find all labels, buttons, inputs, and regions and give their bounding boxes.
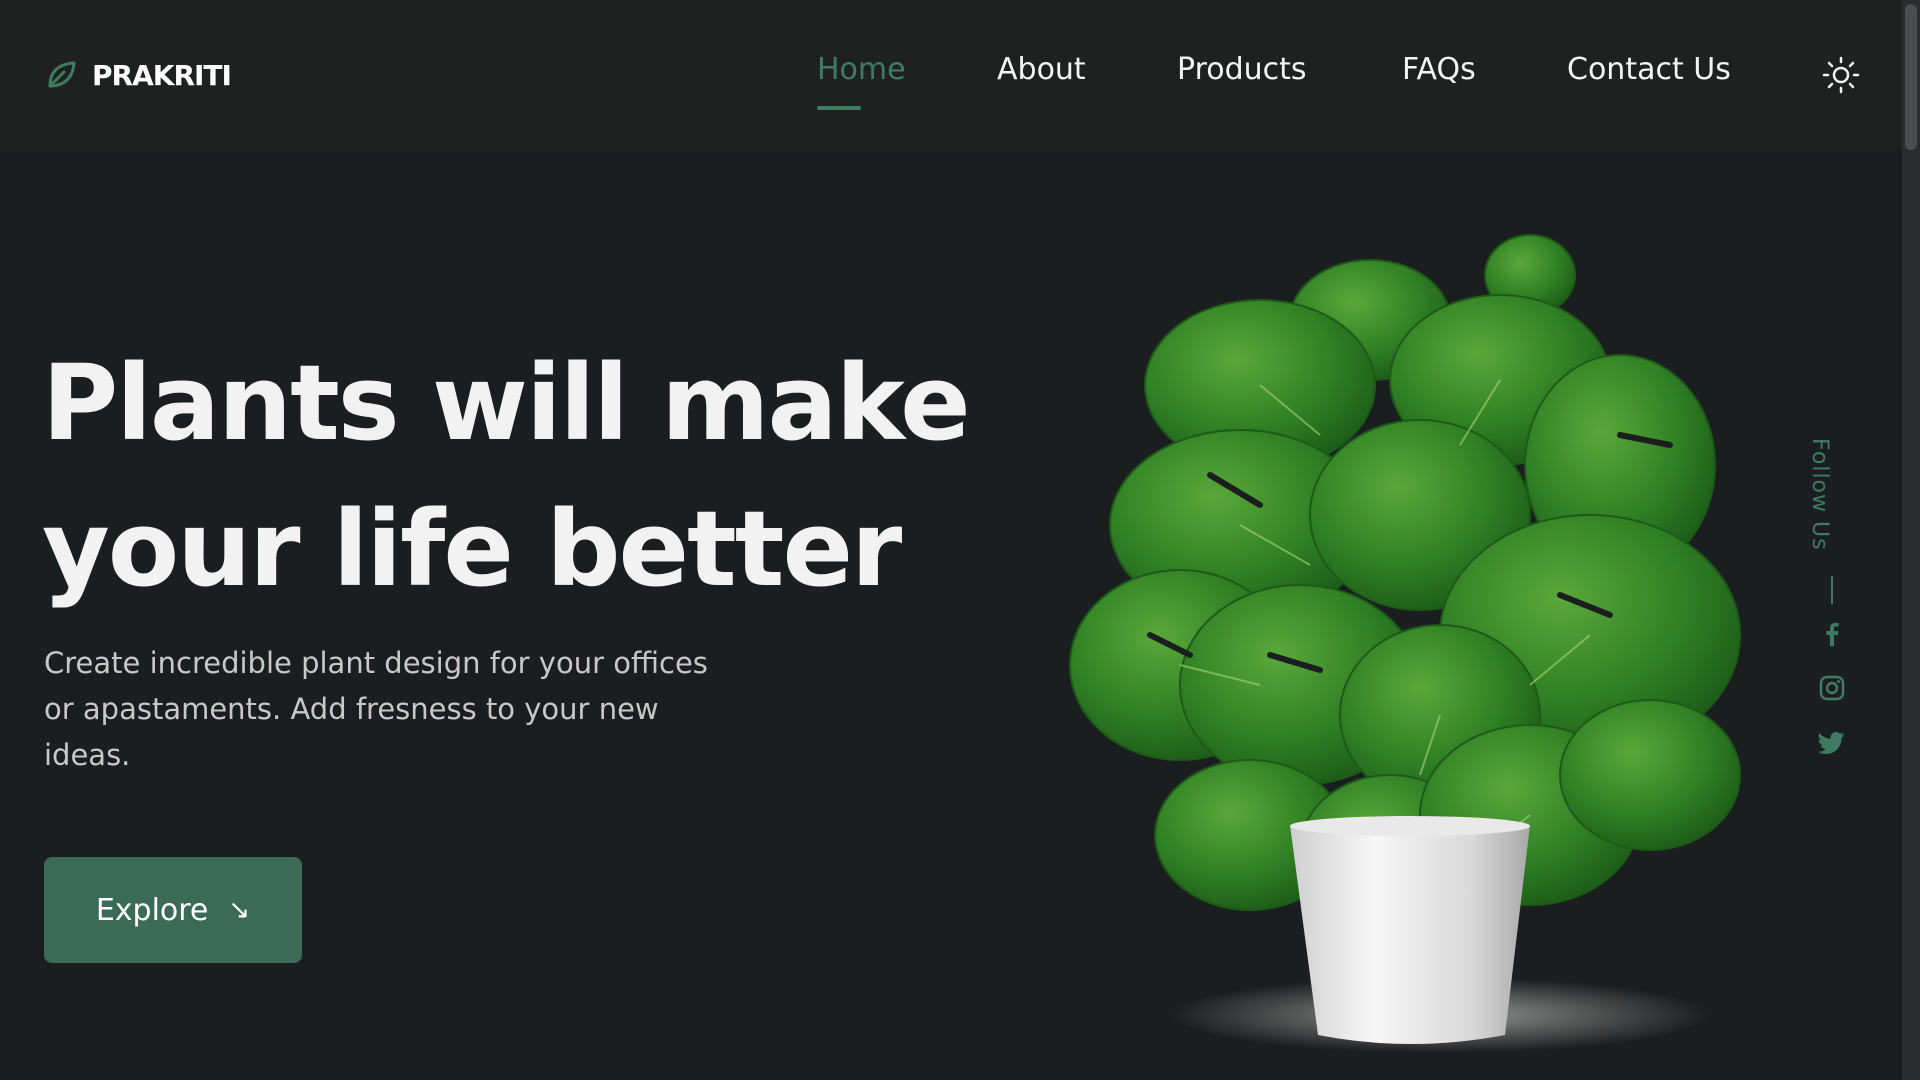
nav-about[interactable]: About [997, 52, 1086, 87]
twitter-icon[interactable] [1818, 728, 1846, 756]
header: PRAKRITI Home About Products FAQs Contac… [0, 0, 1902, 150]
sun-icon[interactable] [1822, 56, 1860, 94]
nav-home[interactable]: Home [817, 52, 906, 87]
scrollbar-thumb[interactable] [1905, 4, 1917, 150]
nav-contact-us[interactable]: Contact Us [1567, 52, 1731, 87]
active-nav-indicator [817, 106, 861, 110]
social-links: Follow Us [1807, 430, 1854, 770]
instagram-icon[interactable] [1818, 674, 1846, 702]
main-nav: Home About Products FAQs Contact Us [0, 52, 1902, 102]
nav-faqs[interactable]: FAQs [1402, 52, 1476, 87]
facebook-icon[interactable] [1818, 620, 1846, 648]
scrollbar[interactable] [1902, 0, 1920, 1080]
hero-description: Create incredible plant design for your … [44, 646, 708, 772]
explore-button[interactable]: Explore ↘ [44, 857, 302, 963]
hero-title-line-1: Plants will make [42, 342, 971, 464]
follow-us-label: Follow Us [1807, 438, 1832, 551]
hero-title: Plants will make your life better [42, 330, 971, 622]
page: PRAKRITI Home About Products FAQs Contac… [0, 0, 1902, 1080]
explore-button-label: Explore [95, 892, 209, 928]
nav-products[interactable]: Products [1177, 52, 1307, 87]
hero-title-line-2: your life better [42, 488, 902, 610]
arrow-down-right-icon: ↘ [228, 895, 251, 925]
follow-divider [1831, 576, 1833, 604]
plant-image [1069, 234, 1741, 1053]
